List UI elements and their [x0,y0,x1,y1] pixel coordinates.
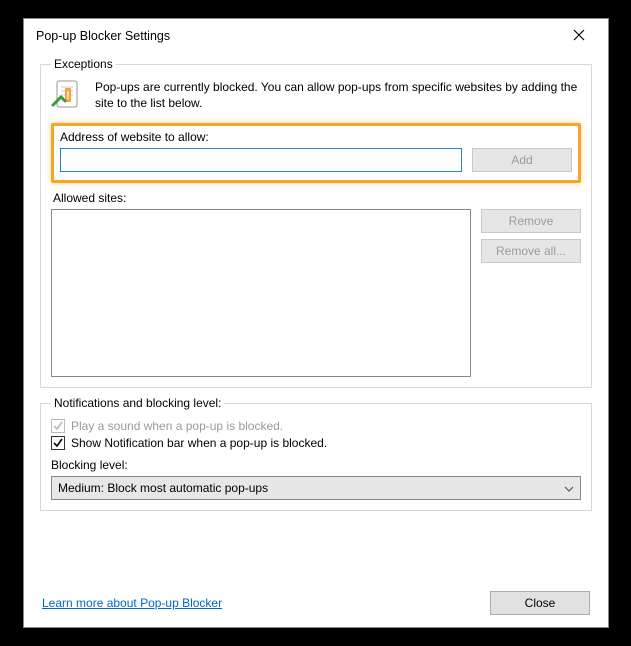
play-sound-label: Play a sound when a pop-up is blocked. [71,419,283,433]
address-label: Address of website to allow: [60,130,572,144]
blocking-level-select[interactable]: Medium: Block most automatic pop-ups [51,476,581,500]
add-button[interactable]: Add [472,148,572,172]
settings-window: Pop-up Blocker Settings Exceptions ! [23,18,609,628]
blocking-level-label: Blocking level: [51,458,581,472]
window-close-button[interactable] [558,22,600,50]
learn-more-link[interactable]: Learn more about Pop-up Blocker [42,596,222,610]
allowed-row: Remove Remove all... [51,209,581,377]
side-buttons: Remove Remove all... [481,209,581,263]
address-row: Add [60,148,572,172]
allowed-sites-listbox[interactable] [51,209,471,377]
close-icon [573,29,585,44]
show-bar-label: Show Notification bar when a pop-up is b… [71,436,327,450]
allowed-sites-label: Allowed sites: [53,191,581,205]
description-row: ! Pop-ups are currently blocked. You can… [51,79,581,113]
window-title: Pop-up Blocker Settings [36,29,558,43]
footer: Learn more about Pop-up Blocker Close [40,589,592,615]
notifications-group: Notifications and blocking level: Play a… [40,396,592,511]
description-text: Pop-ups are currently blocked. You can a… [95,79,581,111]
exceptions-group: Exceptions ! Pop-ups are currently block… [40,57,592,388]
play-sound-checkbox [51,419,65,433]
show-bar-row: Show Notification bar when a pop-up is b… [51,436,581,450]
titlebar: Pop-up Blocker Settings [24,19,608,53]
document-warning-icon: ! [51,79,85,113]
content-area: Exceptions ! Pop-ups are currently block… [24,53,608,627]
show-bar-checkbox[interactable] [51,436,65,450]
remove-all-button[interactable]: Remove all... [481,239,581,263]
notifications-legend: Notifications and blocking level: [51,396,224,410]
play-sound-row: Play a sound when a pop-up is blocked. [51,419,581,433]
address-input[interactable] [60,148,462,172]
exceptions-legend: Exceptions [51,57,116,71]
remove-button[interactable]: Remove [481,209,581,233]
chevron-down-icon [564,481,574,495]
svg-text:!: ! [66,90,70,102]
blocking-level-value: Medium: Block most automatic pop-ups [58,481,564,495]
close-button[interactable]: Close [490,591,590,615]
address-highlight: Address of website to allow: Add [51,123,581,183]
